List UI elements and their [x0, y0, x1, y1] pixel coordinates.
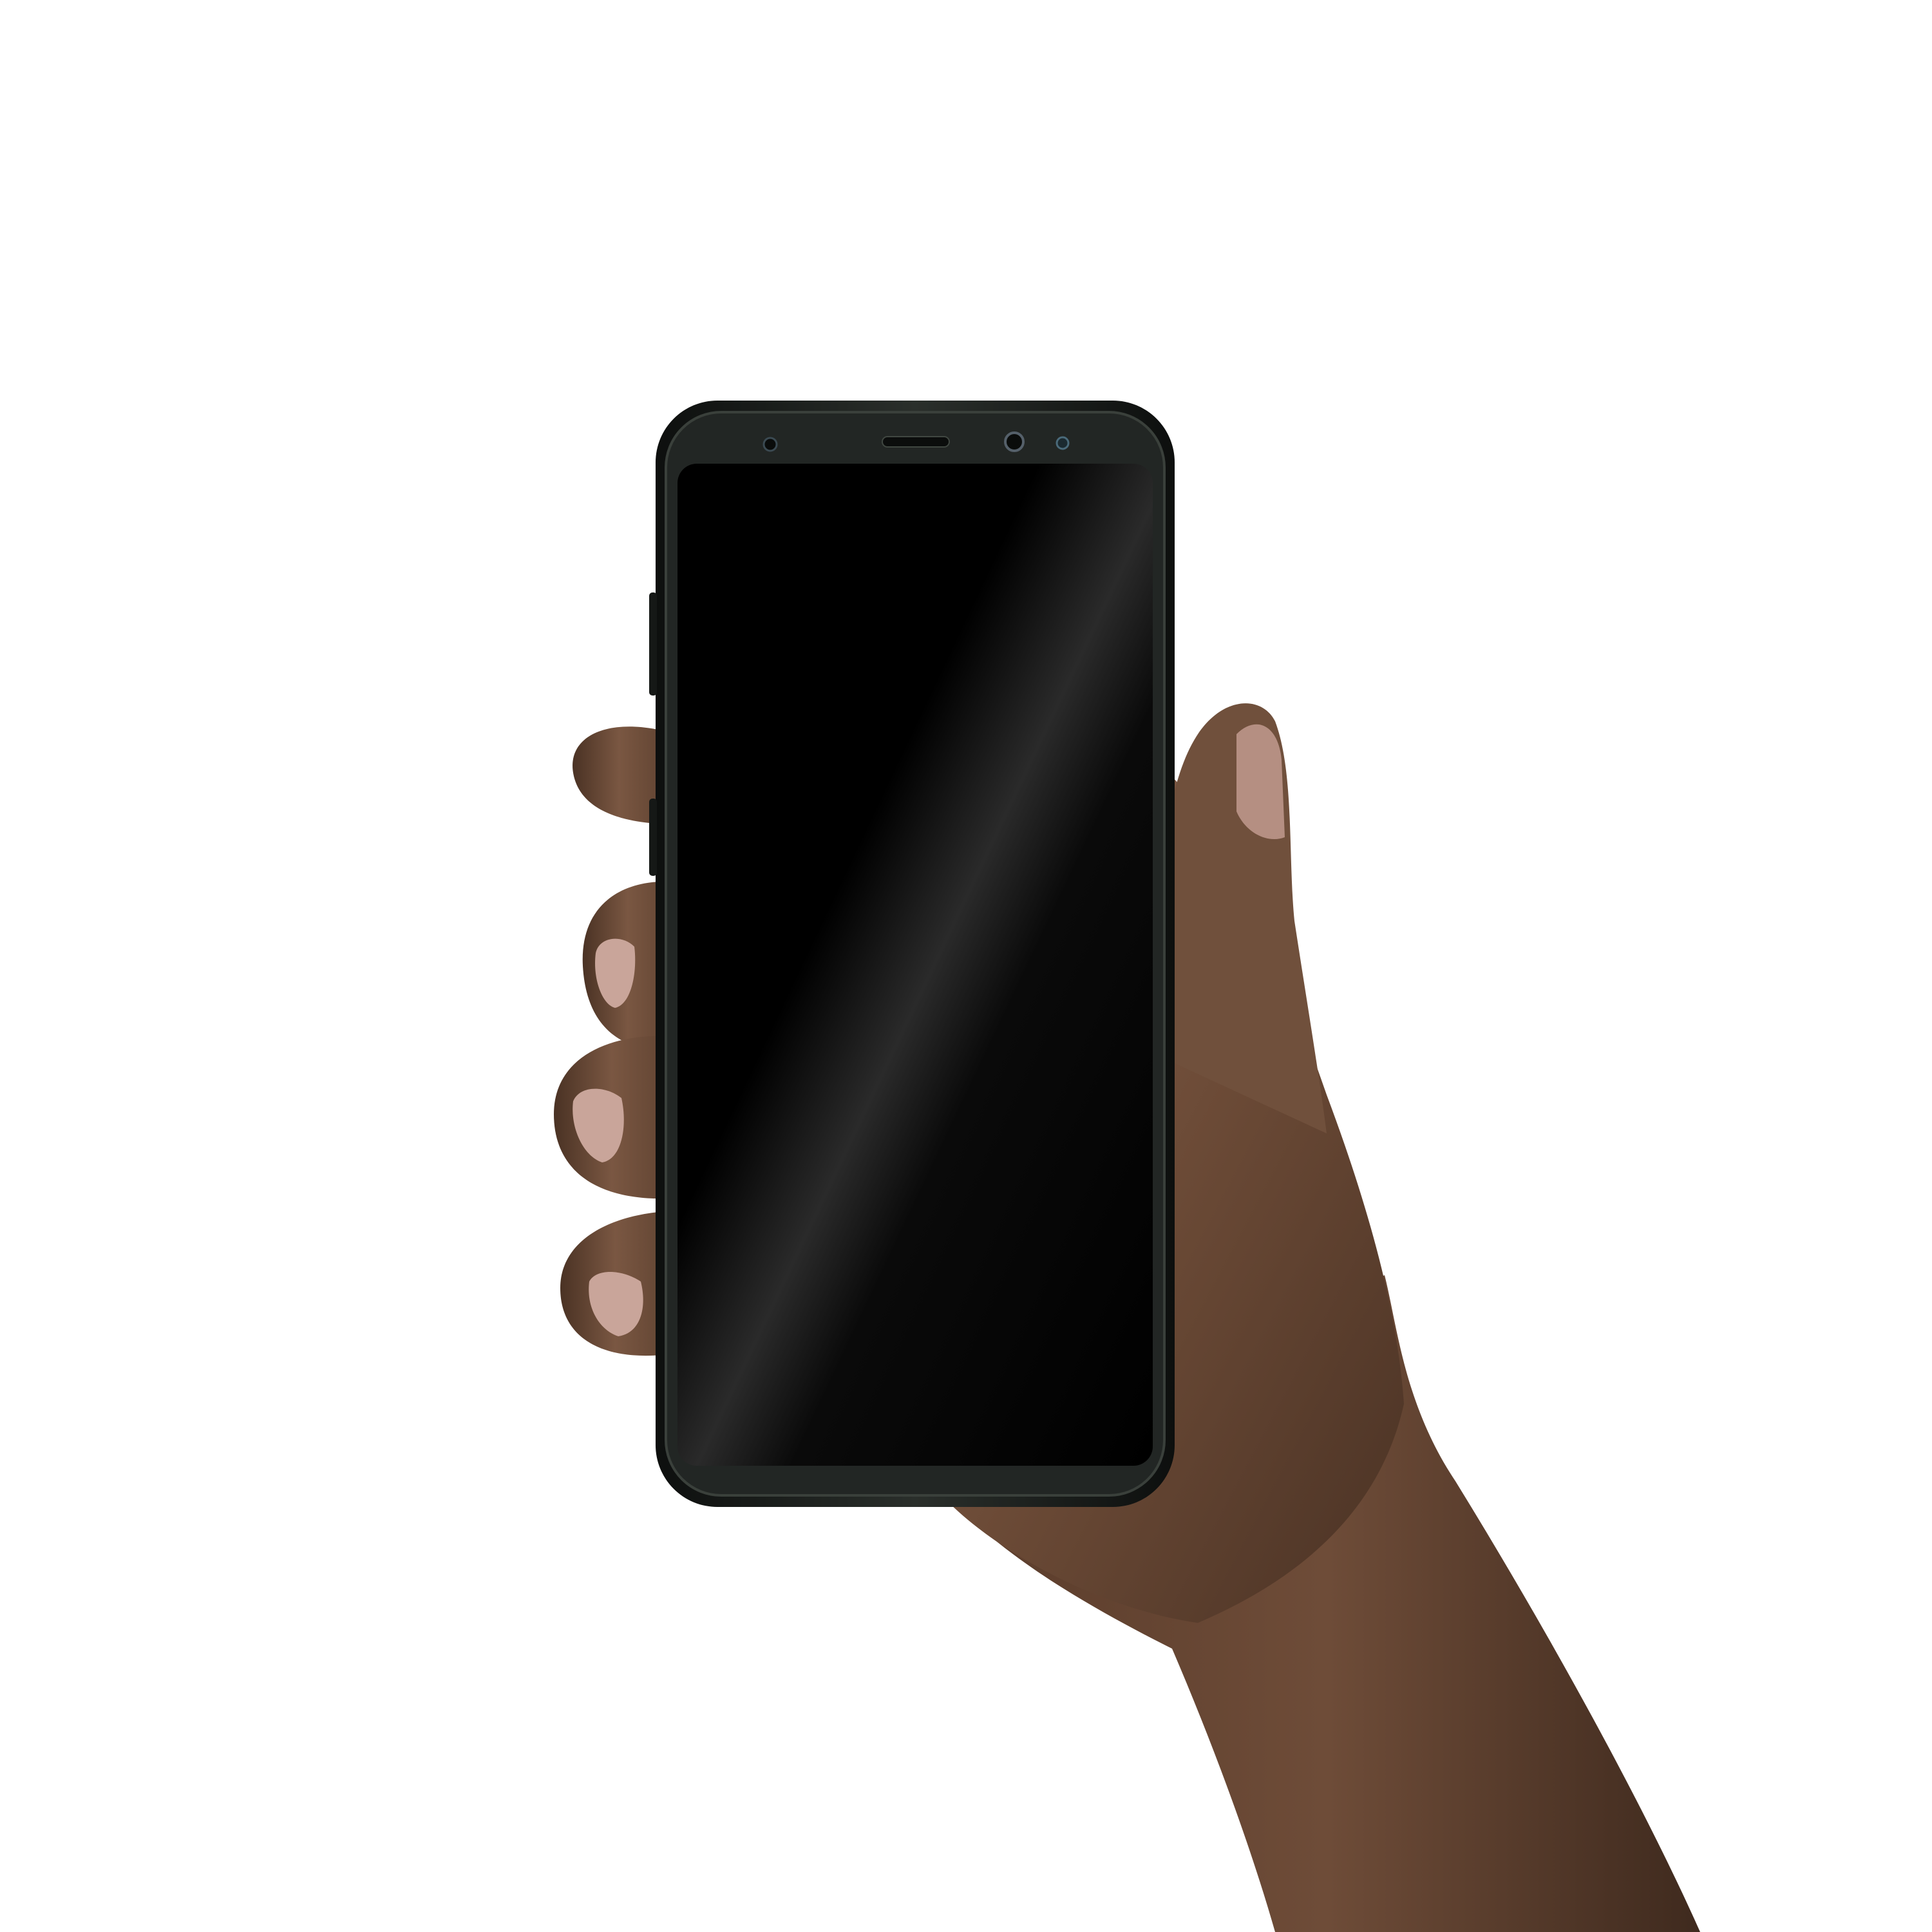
earpiece-speaker	[882, 436, 950, 448]
front-camera	[1004, 431, 1025, 452]
iris-sensor	[1056, 436, 1070, 450]
hand-phone-illustration	[554, 401, 1700, 1932]
photo-canvas	[0, 0, 1932, 1932]
side-button-upper	[649, 592, 657, 696]
side-button-lower	[649, 799, 657, 876]
front-sensor	[762, 437, 778, 452]
phone-screen	[677, 464, 1153, 1466]
